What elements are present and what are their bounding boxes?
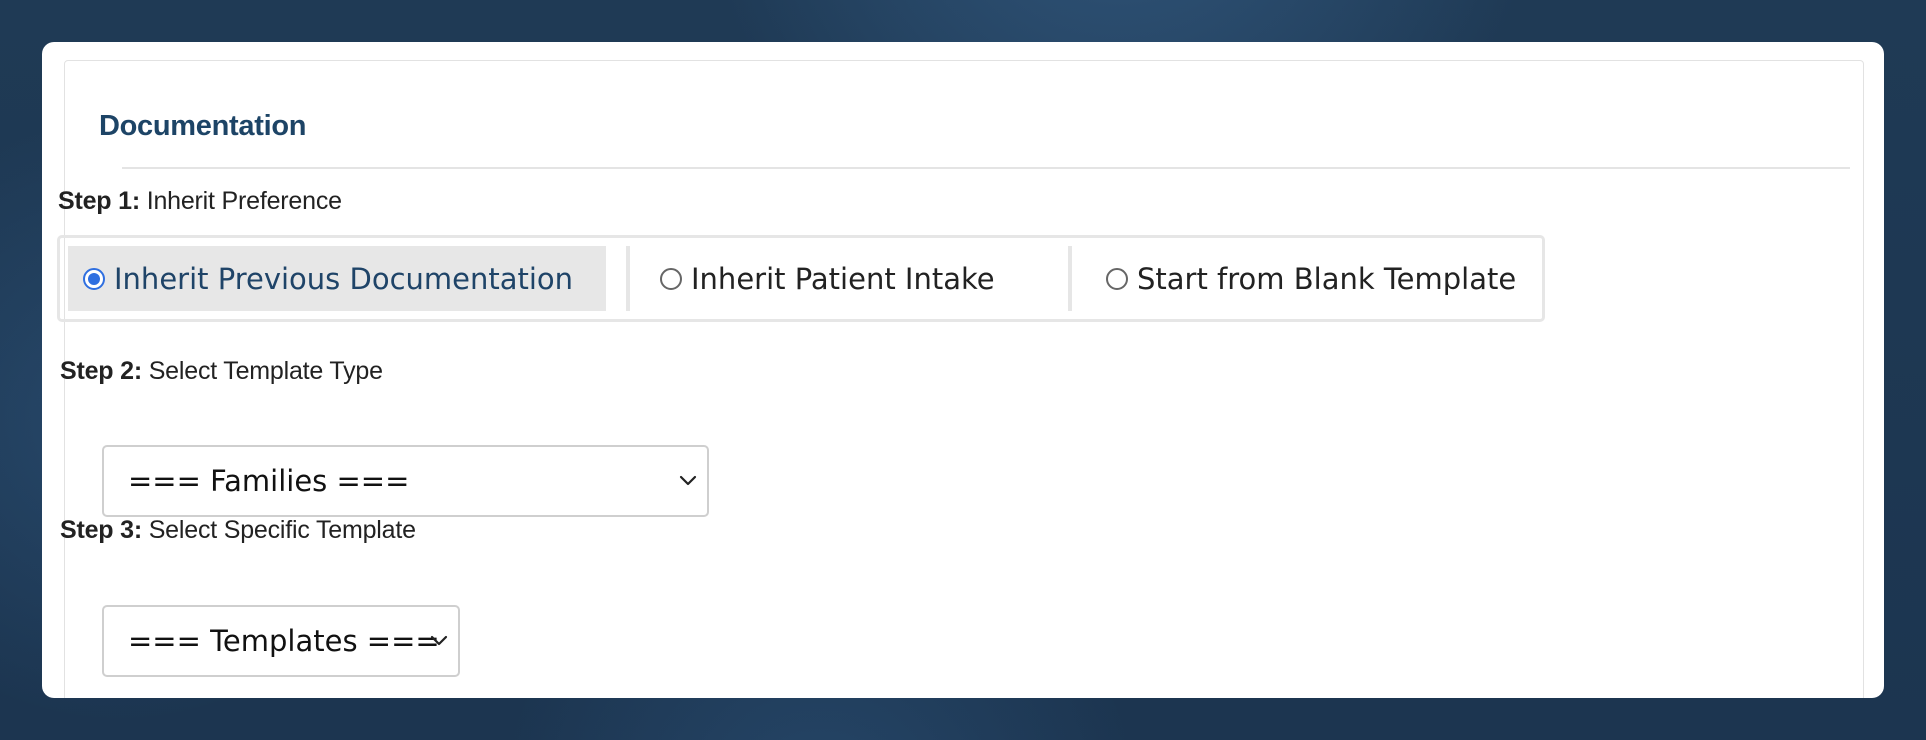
step3-prefix: Step 3: xyxy=(60,516,142,544)
step1-prefix: Step 1: xyxy=(58,187,140,215)
specific-template-value: === Templates === xyxy=(128,624,440,658)
step2-prefix: Step 2: xyxy=(60,357,142,385)
step1-text: Inherit Preference xyxy=(146,187,342,215)
template-type-select[interactable]: === Families === xyxy=(102,445,709,517)
title-divider xyxy=(122,167,1850,169)
radio-label: Inherit Previous Documentation xyxy=(114,261,574,296)
radio-unselected-icon[interactable] xyxy=(1106,267,1128,290)
step3-text: Select Specific Template xyxy=(148,516,416,544)
option-separator xyxy=(1068,246,1072,311)
template-type-value: === Families === xyxy=(128,464,410,498)
step3-label: Step 3: Select Specific Template xyxy=(60,516,416,545)
inherit-preference-radio-group: Inherit Previous Documentation Inherit P… xyxy=(57,235,1545,322)
step2-text: Select Template Type xyxy=(148,357,383,385)
radio-label: Start from Blank Template xyxy=(1137,261,1517,296)
panel-title: Documentation xyxy=(99,110,307,142)
chevron-down-icon xyxy=(679,475,697,486)
step1-label: Step 1: Inherit Preference xyxy=(58,187,342,216)
specific-template-select[interactable]: === Templates === xyxy=(102,605,460,677)
option-separator xyxy=(626,246,630,311)
radio-inherit-patient-intake[interactable]: Inherit Patient Intake xyxy=(650,246,1048,311)
step2-label: Step 2: Select Template Type xyxy=(60,357,383,386)
radio-unselected-icon[interactable] xyxy=(660,267,682,290)
radio-start-from-blank-template[interactable]: Start from Blank Template xyxy=(1092,246,1516,311)
radio-inherit-previous-documentation[interactable]: Inherit Previous Documentation xyxy=(68,246,606,311)
radio-selected-icon[interactable] xyxy=(83,267,105,290)
chevron-down-icon xyxy=(430,635,448,646)
radio-label: Inherit Patient Intake xyxy=(691,261,995,296)
